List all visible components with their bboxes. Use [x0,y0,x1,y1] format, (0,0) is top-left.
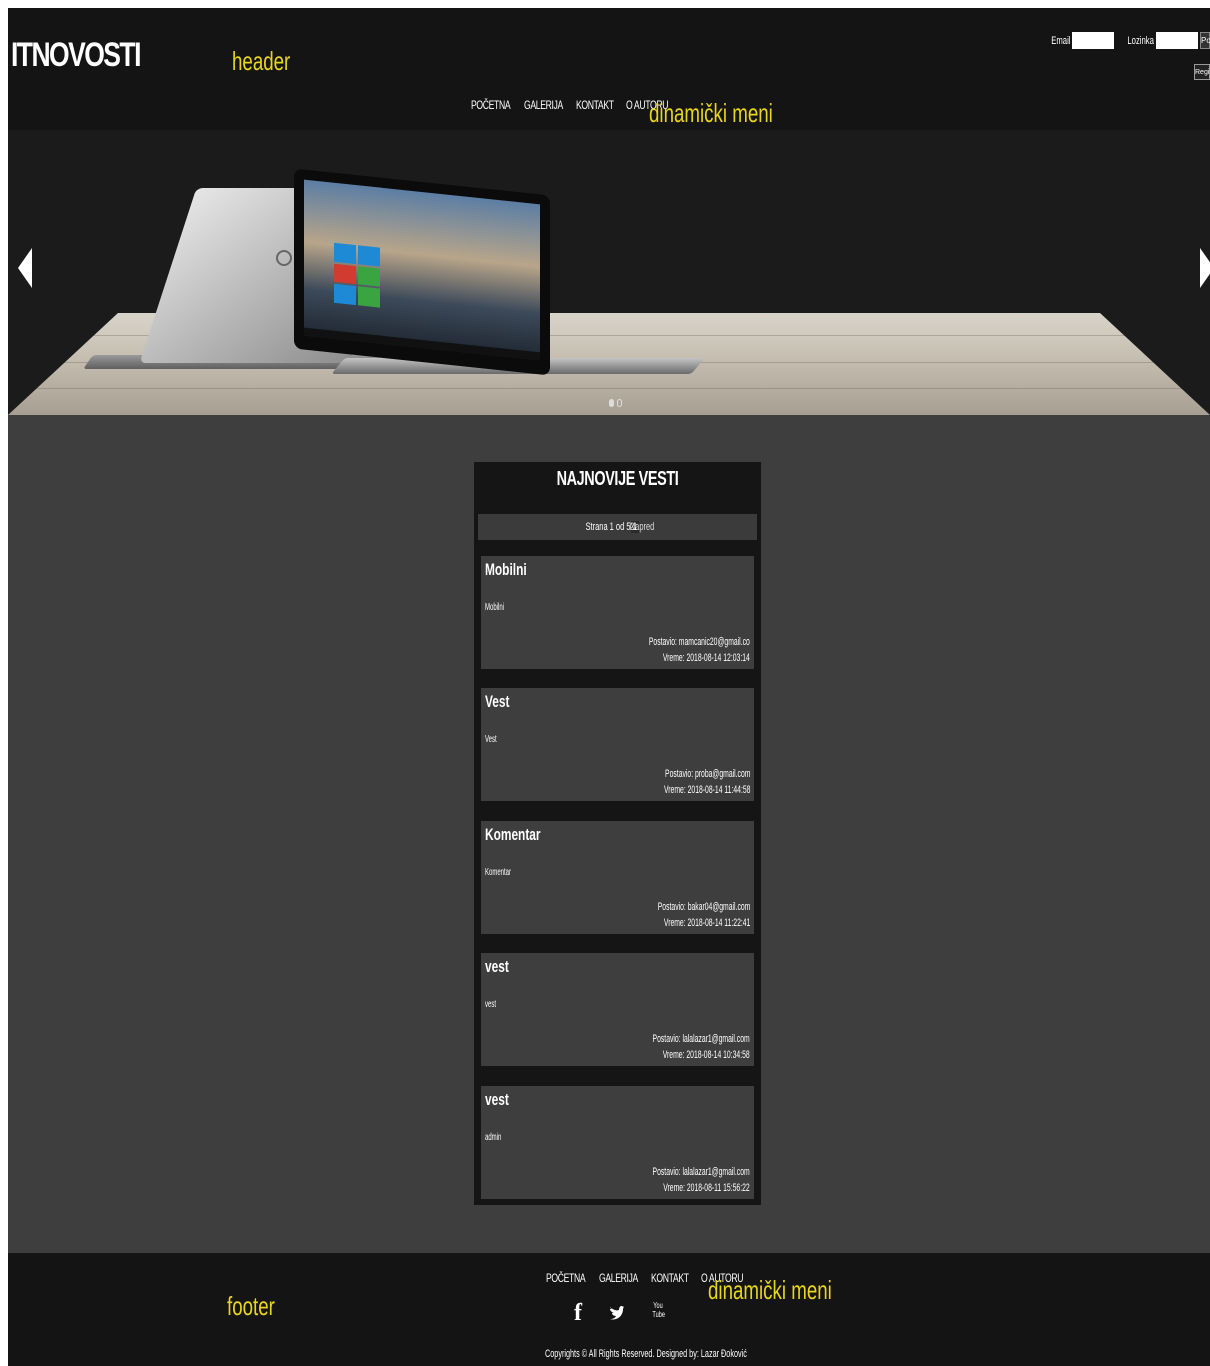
email-field[interactable] [1072,32,1115,49]
facebook-icon[interactable]: f [570,1301,586,1325]
password-field[interactable] [1156,32,1198,49]
news-item-time: Vreme: 2018-08-14 11:44:58 [663,784,750,796]
news-item-title[interactable]: Vest [485,692,509,712]
login-button[interactable]: Po [1200,32,1210,49]
nav-item-kontakt[interactable]: KONTAKT [576,98,614,112]
wood-grain [8,388,1210,389]
slider-dot[interactable] [609,399,614,407]
news-item-time: Vreme: 2018-08-11 15:56:22 [663,1182,750,1194]
youtube-icon[interactable]: You Tube [652,1301,665,1325]
news-item-meta: Postavio: mamcanic20@gmail.co Vreme: 201… [587,634,750,666]
news-item-author: Postavio: proba@gmail.com [664,768,750,780]
pagination: Strana 1 od 5 1 2 Napred [478,514,757,540]
news-item-author: Postavio: lalalazar1@gmail.com [652,1033,750,1045]
news-item-body: admin [485,1132,502,1143]
footer-nav-item-kontakt[interactable]: KONTAKT [651,1271,689,1285]
news-item-title[interactable]: vest [485,1090,509,1110]
site-logo[interactable]: ITNOVOSTI [11,36,141,75]
news-item[interactable]: vest vest Postavio: lalalazar1@gmail.com… [481,953,754,1066]
email-label: Email [1050,34,1071,47]
news-item-meta: Postavio: proba@gmail.com Vreme: 2018-08… [611,766,750,798]
news-item-title[interactable]: vest [485,957,509,977]
slider-dots [609,399,622,407]
news-item-body: Mobilni [485,602,505,613]
news-item[interactable]: Vest Vest Postavio: proba@gmail.com Vrem… [481,688,754,801]
footer-annotation: footer [227,1291,275,1321]
news-item-author: Postavio: lalalazar1@gmail.com [652,1166,750,1178]
news-item-title[interactable]: Komentar [485,825,541,845]
news-item-meta: Postavio: lalalazar1@gmail.com Vreme: 20… [593,1031,750,1063]
latest-news-panel: NAJNOVIJE VESTI Strana 1 od 5 1 2 Napred… [474,462,761,1205]
news-item-body: Komentar [485,867,512,878]
news-title: NAJNOVIJE VESTI [556,468,679,490]
slider-dot[interactable] [617,399,622,407]
register-button[interactable]: Regist [1194,64,1210,80]
copyright: Copyrights © All Rights Reserved. Design… [545,1348,747,1360]
image-slider [8,130,1210,415]
page: ITNOVOSTI header POČETNA GALERIJA KONTAK… [8,8,1210,1366]
news-item-body: vest [485,999,497,1010]
windows-tiles [334,242,380,308]
footer-menu-annotation: dinamički meni [708,1275,832,1305]
news-item-meta: Postavio: lalalazar1@gmail.com Vreme: 20… [593,1164,750,1196]
twitter-icon[interactable] [608,1301,624,1325]
news-item-time: Vreme: 2018-08-14 10:34:58 [663,1049,750,1061]
slider-next-arrow-icon[interactable] [1200,248,1210,288]
news-item-title[interactable]: Mobilni [485,560,527,580]
password-label: Lozinka [1127,34,1154,47]
header: ITNOVOSTI header POČETNA GALERIJA KONTAK… [8,8,1210,130]
footer-nav-item-pocetna[interactable]: POČETNA [546,1271,586,1285]
news-item[interactable]: Mobilni Mobilni Postavio: mamcanic20@gma… [481,556,754,669]
login-form: Email Lozinka Po [1043,32,1210,49]
laptop-display [304,179,540,361]
menu-annotation: dinamički meni [649,98,773,128]
news-item-meta: Postavio: bakar04@gmail.com Vreme: 2018-… [601,899,750,931]
news-item-time: Vreme: 2018-08-14 11:22:41 [663,917,750,929]
nav-item-pocetna[interactable]: POČETNA [471,98,511,112]
dell-logo-icon [276,250,292,266]
news-item-time: Vreme: 2018-08-14 12:03:14 [663,652,750,664]
nav-item-galerija[interactable]: GALERIJA [524,98,563,112]
footer-nav-item-galerija[interactable]: GALERIJA [599,1271,638,1285]
news-item[interactable]: vest admin Postavio: lalalazar1@gmail.co… [481,1086,754,1199]
footer: footer POČETNA GALERIJA KONTAKT O AUTORU… [8,1253,1210,1366]
page-next-link[interactable]: Napred [629,521,654,533]
news-item-body: Vest [485,734,497,745]
pagination-info: Strana 1 od 5 [585,521,631,533]
top-nav: POČETNA GALERIJA KONTAKT O AUTORU [471,98,670,112]
news-item[interactable]: Komentar Komentar Postavio: bakar04@gmai… [481,821,754,934]
news-item-author: Postavio: bakar04@gmail.com [657,901,750,913]
slide-image-shadow [1100,313,1210,415]
header-annotation: header [232,46,291,76]
slider-prev-arrow-icon[interactable] [18,248,32,288]
news-item-author: Postavio: mamcanic20@gmail.co [649,636,750,648]
